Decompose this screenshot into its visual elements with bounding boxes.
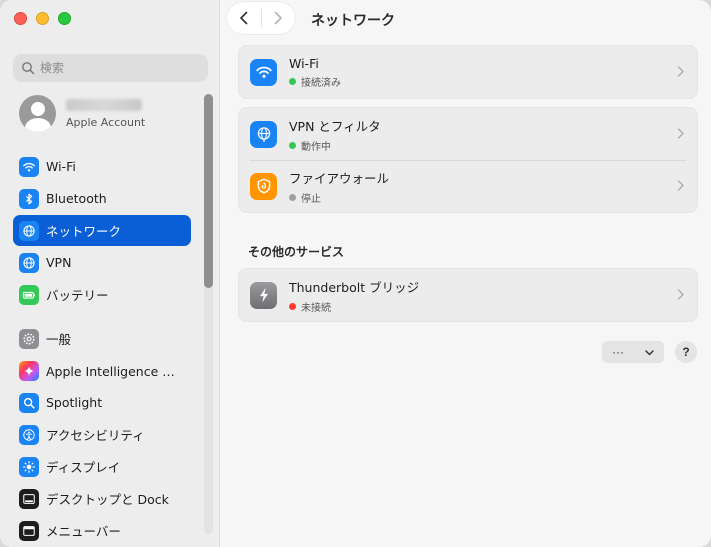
service-row-firewall[interactable]: ファイアウォール 停止 bbox=[239, 160, 697, 212]
sidebar-item-desktop-dock[interactable]: デスクトップと Dock bbox=[13, 483, 191, 514]
sidebar-item-spotlight[interactable]: Spotlight bbox=[13, 387, 191, 418]
settings-window: Apple Account Wi-Fi Bluetooth ネットワーク bbox=[0, 0, 711, 547]
sidebar-item-apple-intelligence[interactable]: Apple Intelligence と… bbox=[13, 355, 191, 386]
status-dot bbox=[289, 77, 296, 85]
ellipsis-icon: ··· bbox=[612, 345, 624, 359]
chevron-right-icon bbox=[677, 125, 685, 144]
status-dot bbox=[289, 141, 296, 149]
battery-icon bbox=[19, 284, 39, 305]
sidebar-item-bluetooth[interactable]: Bluetooth bbox=[13, 183, 191, 214]
forward-button[interactable] bbox=[261, 2, 295, 34]
service-status: 未接続 bbox=[289, 299, 419, 314]
service-card-other: Thunderbolt ブリッジ 未接続 bbox=[238, 268, 698, 322]
sidebar: Apple Account Wi-Fi Bluetooth ネットワーク bbox=[0, 0, 220, 547]
sidebar-item-menubar[interactable]: メニューバー bbox=[13, 515, 191, 546]
other-services-heading: その他のサービス bbox=[248, 245, 345, 259]
status-dot bbox=[289, 193, 296, 201]
back-button[interactable] bbox=[227, 2, 261, 34]
sparkle-icon bbox=[19, 360, 39, 381]
chevron-down-icon bbox=[645, 345, 654, 359]
service-card-security: VPN とフィルタ 動作中 ファイアウォール 停止 bbox=[238, 107, 698, 213]
avatar bbox=[19, 95, 56, 132]
service-title: Thunderbolt ブリッジ bbox=[289, 279, 420, 295]
globe-icon bbox=[19, 252, 39, 273]
apple-account[interactable]: Apple Account bbox=[19, 95, 145, 132]
service-title: ファイアウォール bbox=[289, 170, 390, 186]
sidebar-item-accessibility[interactable]: アクセシビリティ bbox=[13, 419, 191, 450]
service-title: VPN とフィルタ bbox=[289, 118, 381, 134]
sidebar-nav-group-1: Wi-Fi Bluetooth ネットワーク VPN バッテリー bbox=[13, 151, 191, 311]
account-name-blurred bbox=[66, 98, 142, 111]
help-button[interactable]: ? bbox=[675, 341, 697, 363]
magnifier-icon bbox=[19, 392, 39, 413]
traffic-lights bbox=[14, 12, 71, 25]
sidebar-item-battery[interactable]: バッテリー bbox=[13, 279, 191, 310]
more-actions-button[interactable]: ··· bbox=[602, 341, 664, 363]
nav-buttons bbox=[227, 2, 295, 34]
sun-icon bbox=[19, 456, 39, 477]
wifi-icon bbox=[19, 156, 39, 177]
service-status: 停止 bbox=[289, 190, 389, 205]
page-title: ネットワーク bbox=[311, 13, 395, 29]
service-title: Wi-Fi bbox=[289, 55, 319, 71]
dock-icon bbox=[19, 488, 39, 509]
search-field[interactable] bbox=[13, 54, 208, 82]
close-button[interactable] bbox=[14, 12, 27, 25]
sidebar-item-wifi[interactable]: Wi-Fi bbox=[13, 151, 191, 182]
sidebar-item-display[interactable]: ディスプレイ bbox=[13, 451, 191, 482]
globe-icon bbox=[19, 220, 39, 241]
chevron-right-icon bbox=[677, 286, 685, 305]
account-subtitle: Apple Account bbox=[66, 115, 146, 129]
minimize-button[interactable] bbox=[36, 12, 49, 25]
search-icon bbox=[22, 62, 35, 75]
chevron-right-icon bbox=[677, 63, 685, 82]
sidebar-scrollbar-thumb[interactable] bbox=[204, 94, 213, 288]
wifi-icon bbox=[250, 58, 277, 86]
service-row-vpn-filter[interactable]: VPN とフィルタ 動作中 bbox=[239, 108, 697, 160]
service-row-wifi[interactable]: Wi-Fi 接続済み bbox=[239, 46, 697, 98]
gear-icon bbox=[19, 328, 39, 349]
main-content: ネットワーク Wi-Fi 接続済み VPN とフィルタ 動作中 ファイアウォール… bbox=[221, 0, 711, 547]
chevron-right-icon bbox=[274, 11, 282, 25]
sidebar-item-general[interactable]: 一般 bbox=[13, 323, 191, 354]
thunderbolt-icon bbox=[250, 281, 277, 309]
service-card-wifi: Wi-Fi 接続済み bbox=[238, 45, 698, 99]
sidebar-item-vpn[interactable]: VPN bbox=[13, 247, 191, 278]
service-row-thunderbolt-bridge[interactable]: Thunderbolt ブリッジ 未接続 bbox=[239, 269, 697, 321]
menubar-icon bbox=[19, 520, 39, 541]
service-status: 接続済み bbox=[289, 74, 341, 89]
search-input[interactable] bbox=[40, 61, 200, 75]
service-status: 動作中 bbox=[289, 138, 381, 153]
bluetooth-icon bbox=[19, 188, 39, 209]
zoom-button[interactable] bbox=[58, 12, 71, 25]
status-dot bbox=[289, 302, 296, 310]
chevron-right-icon bbox=[677, 177, 685, 196]
accessibility-icon bbox=[19, 424, 39, 445]
sidebar-item-network[interactable]: ネットワーク bbox=[13, 215, 191, 246]
globe-icon bbox=[250, 120, 277, 148]
chevron-left-icon bbox=[240, 11, 248, 25]
sidebar-nav-group-2: 一般 Apple Intelligence と… Spotlight アクセシビ… bbox=[13, 323, 191, 547]
firewall-icon bbox=[250, 172, 277, 200]
